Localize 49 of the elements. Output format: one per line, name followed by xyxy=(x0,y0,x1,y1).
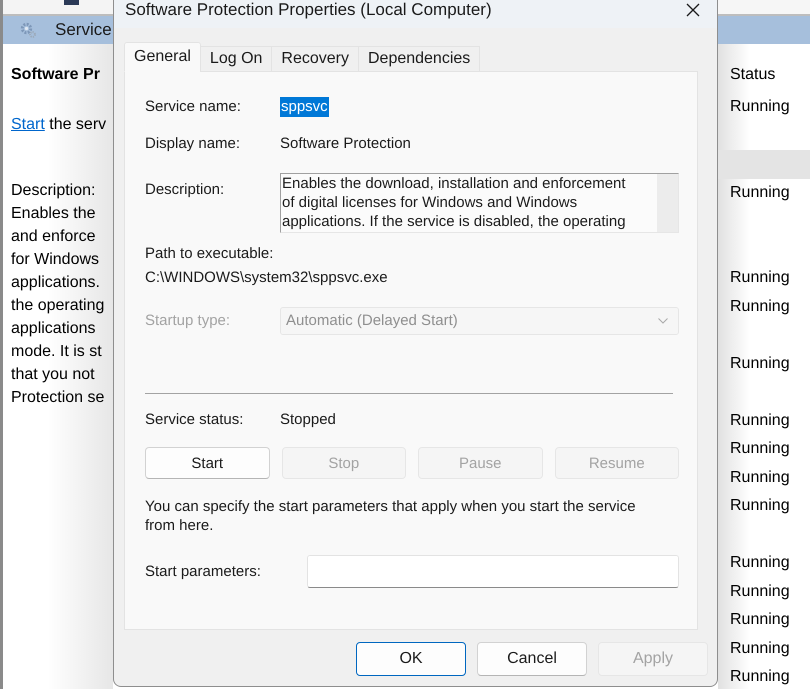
field-label: Service name: xyxy=(145,97,241,117)
status-text: Running xyxy=(730,468,790,488)
gears-icon xyxy=(20,22,36,38)
field-label: Description: xyxy=(145,180,224,200)
status-text: Running xyxy=(730,582,790,602)
path-value: C:\WINDOWS\system32\sppsvc.exe xyxy=(145,268,389,288)
status-text: Running xyxy=(730,182,790,203)
scrollbar-track[interactable] xyxy=(657,174,678,232)
field-label: Display name: xyxy=(145,134,240,154)
note-text: You can specify the start parameters that apply when you start the service from here. xyxy=(145,497,637,535)
toolbar-icon[interactable] xyxy=(64,0,79,5)
status-text: Running xyxy=(730,553,790,574)
dialog-button[interactable]: OK xyxy=(356,642,466,676)
action-text: Start the serv xyxy=(11,115,108,135)
status-text: Running xyxy=(730,296,790,317)
status-text: Running xyxy=(730,410,790,431)
service-status-value: Stopped xyxy=(280,410,336,430)
field-label: Startup type: xyxy=(145,311,230,331)
dialog-title: Software Protection Properties (Local Computer) xyxy=(125,0,492,20)
tab[interactable]: Dependencies xyxy=(358,46,480,72)
status-text: Running xyxy=(730,667,790,688)
tab[interactable]: Log On xyxy=(200,46,272,72)
chevron-icon xyxy=(658,318,668,324)
start-link[interactable]: Start xyxy=(11,116,45,133)
dialog-button[interactable]: Cancel xyxy=(477,642,587,676)
description-text: Enables the and enforce for Windows applications. the operating applications mode. It is st that you not Protection se xyxy=(11,204,106,408)
field-label: Service status: xyxy=(145,410,244,430)
close-icon[interactable] xyxy=(686,3,700,17)
status-text: Running xyxy=(730,97,790,118)
field-label: Start parameters: xyxy=(145,562,261,582)
window-title: Service xyxy=(55,20,112,40)
service-name-heading: Software Pr xyxy=(11,65,101,85)
selected-row[interactable] xyxy=(718,150,810,178)
status-text: Running xyxy=(730,496,790,516)
status-text: Running xyxy=(730,268,790,288)
status-text: Running xyxy=(730,610,790,630)
tab[interactable]: General xyxy=(124,42,201,72)
status-text: Running xyxy=(730,439,790,460)
display-name-value: Software Protection xyxy=(280,134,411,154)
start-parameters-field[interactable] xyxy=(307,555,679,588)
status-text: Running xyxy=(730,638,790,659)
field-label: Path to executable: xyxy=(145,244,274,264)
description-text: Enables the download, installation and enforcement of digital licenses for Windows and Windows applications. If the service is disabled, the operating xyxy=(281,174,627,232)
description-box[interactable]: Enables the download, installation and enforcement of digital licenses for Windows and Windows applications. If the service is disabled, the operating xyxy=(280,173,679,233)
status-text: Running xyxy=(730,354,790,374)
service-name-value: sppsvc xyxy=(280,97,329,117)
column-header[interactable]: Status xyxy=(730,66,776,83)
service-button[interactable]: Start xyxy=(145,447,270,479)
description-label: Description: xyxy=(11,181,96,201)
